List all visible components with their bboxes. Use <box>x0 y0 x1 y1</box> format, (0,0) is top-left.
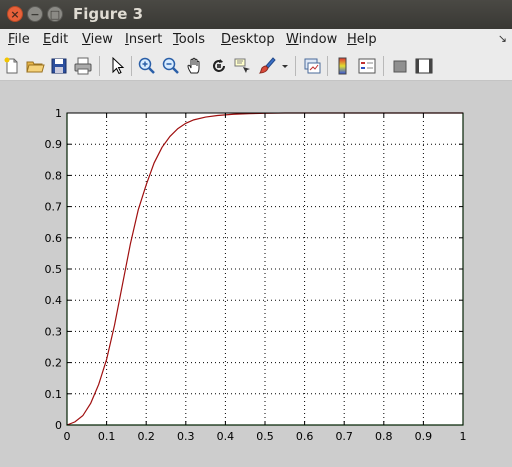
brush-dropdown-icon[interactable] <box>280 56 290 76</box>
link-plot-icon[interactable] <box>302 56 322 76</box>
close-window-button[interactable]: × <box>7 6 23 22</box>
legend-icon[interactable] <box>357 56 377 76</box>
zoom-in-icon[interactable] <box>137 56 157 76</box>
menu-tools[interactable]: Tools <box>173 32 205 47</box>
x-tick-label: 0.3 <box>177 430 195 443</box>
colorbar-icon[interactable] <box>333 56 353 76</box>
window-titlebar: × − □ Figure 3 <box>0 0 512 29</box>
x-tick-label: 0.9 <box>415 430 433 443</box>
y-tick-label: 0.8 <box>45 169 63 182</box>
toolbar-separator <box>383 56 384 76</box>
y-tick-label: 0.2 <box>45 357 63 370</box>
x-tick-label: 0.7 <box>335 430 353 443</box>
menu-edit[interactable]: Edit <box>43 32 68 47</box>
y-tick-label: 0.1 <box>45 388 63 401</box>
dock-figure-icon[interactable]: ↘ <box>498 32 507 45</box>
menu-view[interactable]: View <box>82 32 113 47</box>
data-cursor-icon[interactable] <box>233 56 253 76</box>
menu-bar: File Edit View Insert Tools Desktop Wind… <box>0 29 512 51</box>
y-tick-label: 0 <box>55 419 62 432</box>
y-tick-label: 0.3 <box>45 325 63 338</box>
menu-insert[interactable]: Insert <box>125 32 162 47</box>
toolbar-separator <box>327 56 328 76</box>
y-tick-label: 0.7 <box>45 201 63 214</box>
toolbar-separator <box>131 56 132 76</box>
toolbar-separator <box>295 56 296 76</box>
minimize-window-button[interactable]: − <box>27 6 43 22</box>
x-tick-label: 0.6 <box>296 430 314 443</box>
show-plot-tools-icon[interactable] <box>414 56 434 76</box>
y-tick-label: 0.5 <box>45 263 63 276</box>
menu-file[interactable]: File <box>8 32 30 47</box>
y-tick-label: 0.6 <box>45 232 63 245</box>
edit-plot-icon[interactable] <box>107 56 127 76</box>
x-tick-label: 0.2 <box>137 430 155 443</box>
figure-toolbar <box>0 51 512 81</box>
open-file-icon[interactable] <box>25 56 45 76</box>
x-tick-label: 0.5 <box>256 430 274 443</box>
plot-svg: 0 0.1 0.2 0.3 0.4 0.5 0.6 0.7 0.8 0.9 1 0 0.1 0.2 0.3 0… <box>45 107 467 443</box>
y-tick-label: 0.9 <box>45 138 63 151</box>
pan-icon[interactable] <box>185 56 205 76</box>
toolbar-separator <box>99 56 100 76</box>
x-tick-label: 0.4 <box>217 430 235 443</box>
y-tick-label: 1 <box>55 107 62 120</box>
menu-help[interactable]: Help <box>347 32 377 47</box>
x-tick-label: 0.1 <box>98 430 116 443</box>
y-tick-label: 0.4 <box>45 294 63 307</box>
menu-desktop[interactable]: Desktop <box>221 32 275 47</box>
rotate-3d-icon[interactable] <box>209 56 229 76</box>
x-tick-label: 0.8 <box>375 430 393 443</box>
maximize-window-button[interactable]: □ <box>47 6 63 22</box>
figure-canvas: 0 0.1 0.2 0.3 0.4 0.5 0.6 0.7 0.8 0.9 1 0 0.1 0.2 0.3 0… <box>0 82 512 467</box>
zoom-out-icon[interactable] <box>161 56 181 76</box>
x-tick-label: 1 <box>460 430 467 443</box>
brush-icon[interactable] <box>257 56 277 76</box>
print-icon[interactable] <box>73 56 93 76</box>
x-tick-label: 0 <box>64 430 71 443</box>
save-icon[interactable] <box>49 56 69 76</box>
new-figure-icon[interactable] <box>2 56 22 76</box>
window-title: Figure 3 <box>73 5 144 23</box>
menu-window[interactable]: Window <box>286 32 337 47</box>
hide-plot-tools-icon[interactable] <box>390 56 410 76</box>
